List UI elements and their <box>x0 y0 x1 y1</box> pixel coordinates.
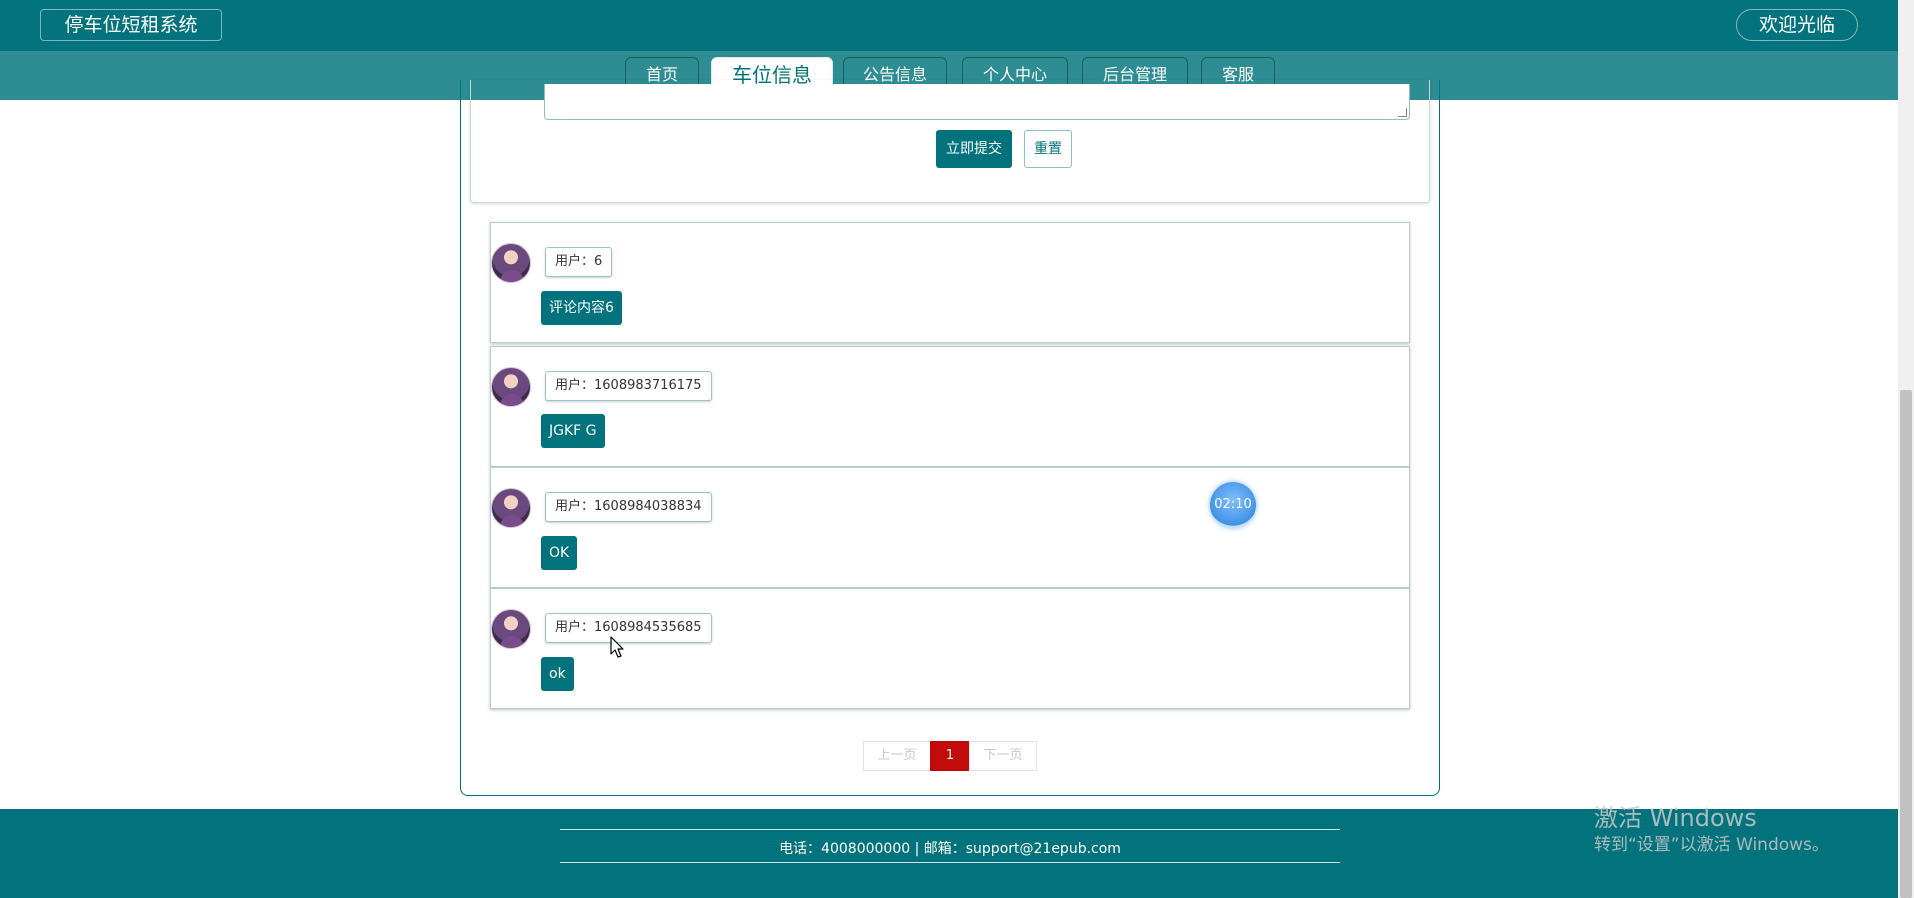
next-page-button[interactable]: 下一页 <box>969 741 1037 771</box>
comment-item: 用户：1608983716175 JGKF G <box>490 346 1410 467</box>
footer-divider-bottom <box>560 862 1340 863</box>
comment-item: 用户：1608984038834 OK <box>490 467 1410 588</box>
avatar <box>491 367 531 407</box>
comment-item: 用户：6 评论内容6 <box>490 222 1410 343</box>
comment-user: 用户：1608984038834 <box>545 492 712 522</box>
page-scrollbar[interactable] <box>1898 0 1914 898</box>
footer-contact: 电话：4008000000 | 邮箱：support@21epub.com <box>779 841 1121 857</box>
comment-content: ok <box>541 657 574 691</box>
submit-button[interactable]: 立即提交 <box>936 130 1012 168</box>
current-page-button[interactable]: 1 <box>930 741 970 771</box>
windows-watermark-title: 激活 Windows <box>1594 804 1757 832</box>
comment-user: 用户：1608983716175 <box>545 371 712 401</box>
comment-content: OK <box>541 536 578 570</box>
top-header: 停车位短租系统 欢迎光临 <box>0 0 1898 51</box>
scrollbar-thumb[interactable] <box>1900 390 1912 898</box>
comment-content: JGKF G <box>541 414 605 448</box>
comment-content: 评论内容6 <box>541 291 622 325</box>
comment-user: 用户：6 <box>545 247 613 277</box>
resize-handle-icon[interactable] <box>1398 108 1407 117</box>
timer-badge[interactable]: 02:10 <box>1210 482 1256 528</box>
footer-divider-top <box>560 829 1340 830</box>
reset-button[interactable]: 重置 <box>1024 130 1072 168</box>
mouse-cursor-icon <box>610 636 624 658</box>
welcome-badge: 欢迎光临 <box>1736 9 1858 41</box>
prev-page-button[interactable]: 上一页 <box>863 741 931 771</box>
avatar <box>491 488 531 528</box>
comment-textarea[interactable] <box>544 84 1410 120</box>
comment-user: 用户：1608984535685 <box>545 613 712 643</box>
comment-item: 用户：1608984535685 ok <box>490 588 1410 709</box>
avatar <box>491 609 531 649</box>
windows-watermark-subtitle: 转到“设置”以激活 Windows。 <box>1594 835 1829 855</box>
avatar <box>491 243 531 283</box>
site-title[interactable]: 停车位短租系统 <box>40 9 222 41</box>
